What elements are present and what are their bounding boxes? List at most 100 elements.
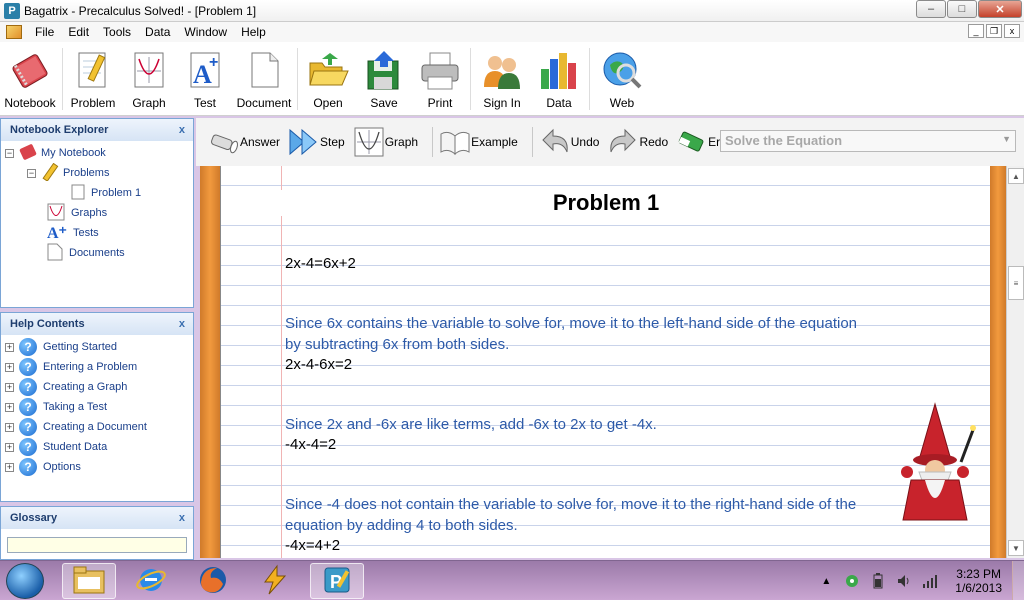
toolbar-document-button[interactable]: Document [233,42,295,110]
help-contents-header: Help Contents x [1,313,193,335]
help-icon: ? [19,338,37,356]
toolbar-problem-button[interactable]: Problem [65,42,121,110]
menu-window[interactable]: Window [177,25,234,39]
help-item-entering-a-problem[interactable]: +? Entering a Problem [5,357,193,377]
glossary-title: Glossary [10,512,58,524]
help-icon: ? [19,418,37,436]
taskbar-winamp-button[interactable] [248,563,302,599]
page-margin-line [281,166,282,558]
tree-item-my-notebook[interactable]: − My Notebook [1,143,193,163]
help-item-options[interactable]: +? Options [5,457,193,477]
example-button[interactable]: Example [439,126,518,158]
mdi-close-button[interactable]: x [1004,24,1020,38]
tree-item-tests[interactable]: A⁺ Tests [1,223,193,243]
undo-button[interactable]: Undo [539,126,599,158]
close-button[interactable]: ✕ [978,0,1022,18]
start-button[interactable] [6,563,44,599]
help-item-creating-a-graph[interactable]: +? Creating a Graph [5,377,193,397]
taskbar-explorer-button[interactable] [62,563,116,599]
menu-edit[interactable]: Edit [61,25,96,39]
tree-expand-toggle[interactable]: + [5,462,14,472]
toolbar-graph-button[interactable]: Graph [121,42,177,110]
solve-mode-select[interactable]: Solve the Equation ▼ [720,130,1016,152]
redo-button[interactable]: Redo [607,126,668,158]
glossary-close-button[interactable]: x [179,512,185,524]
mdi-minimize-button[interactable]: _ [968,24,984,38]
tree-item-problems[interactable]: − Problems [1,162,193,183]
graph-action-button[interactable]: Graph [353,126,418,158]
tree-expand-toggle[interactable]: + [5,362,14,372]
tree-item-label: Graphs [71,207,108,219]
explanation-line: Since -4 does not contain the variable t… [285,496,857,513]
notebook-explorer-header: Notebook Explorer x [1,119,193,141]
taskbar-bagatrix-button[interactable]: P [310,563,364,599]
toolbar-web-button[interactable]: Web [592,42,652,110]
document-menu-icon[interactable] [6,25,22,39]
glossary-search-input[interactable] [7,537,187,553]
toolbar-separator [62,48,63,110]
taskbar-firefox-button[interactable] [186,563,240,599]
toolbar-open-button[interactable]: Open [300,42,356,110]
toolbar-print-button[interactable]: Print [412,42,468,110]
tree-item-label: Problems [63,167,110,179]
scroll-up-button[interactable]: ▲ [1008,168,1024,184]
help-item-creating-a-document[interactable]: +? Creating a Document [5,417,193,437]
toolbar-save-button[interactable]: Save [356,42,412,110]
users-icon [480,48,524,94]
tree-expand-toggle[interactable]: + [5,442,14,452]
step-button[interactable]: Step [288,126,345,158]
toolbar-test-button[interactable]: A + Test [177,42,233,110]
scroll-thumb[interactable]: ≡ [1008,266,1024,300]
toolbar-separator [297,48,298,110]
tree-expand-toggle[interactable]: + [5,342,14,352]
toolbar-signin-button[interactable]: Sign In [473,42,531,110]
tree-collapse-toggle[interactable]: − [27,168,36,178]
scroll-down-button[interactable]: ▼ [1008,540,1024,556]
network-status-icon[interactable] [844,573,860,589]
tree-expand-toggle[interactable]: + [5,382,14,392]
menu-help[interactable]: Help [234,25,273,39]
help-contents-close-button[interactable]: x [179,318,185,330]
help-item-label: Entering a Problem [43,361,138,373]
show-hidden-icons-button[interactable]: ▲ [818,573,834,589]
taskbar-internet-explorer-button[interactable] [124,563,178,599]
test-icon: A + [183,48,227,94]
help-item-label: Taking a Test [43,401,108,413]
tree-item-documents[interactable]: Documents [1,243,193,263]
maximize-button[interactable]: □ [947,0,977,18]
wizard-mascot-icon[interactable] [889,400,983,531]
notebook-binding-right [990,166,1006,558]
redo-label: Redo [639,135,669,149]
tree-item-graphs[interactable]: Graphs [1,203,193,223]
tree-expand-toggle[interactable]: + [5,402,14,412]
bagatrix-icon: P [321,564,353,599]
menu-tools[interactable]: Tools [96,25,138,39]
help-icon: ? [19,378,37,396]
battery-icon[interactable] [870,573,886,589]
notebook-explorer-close-button[interactable]: x [179,124,185,136]
tree-collapse-toggle[interactable]: − [5,148,14,158]
toolbar-notebook-button[interactable]: Notebook [0,42,60,110]
menu-data[interactable]: Data [138,25,177,39]
speaker-icon[interactable] [896,573,912,589]
toolbar-data-button[interactable]: Data [531,42,587,110]
help-item-getting-started[interactable]: +? Getting Started [5,337,193,357]
signal-strength-icon[interactable] [922,573,938,589]
toolbar-graph-label: Graph [132,96,166,110]
action-toolbar: Answer Step Graph Example Undo Redo Eras… [196,118,1024,166]
glossary-header: Glossary x [1,507,193,529]
mdi-restore-button[interactable]: ❐ [986,24,1002,38]
tree-expand-toggle[interactable]: + [5,422,14,432]
show-desktop-button[interactable] [1012,561,1024,600]
tree-item-problem-1[interactable]: Problem 1 [1,183,193,203]
toolbar-document-label: Document [236,96,292,110]
help-item-taking-a-test[interactable]: +? Taking a Test [5,397,193,417]
answer-button[interactable]: Answer [208,126,280,158]
vertical-scrollbar[interactable]: ▲ ≡ ▼ [1006,166,1024,558]
help-item-student-data[interactable]: +? Student Data [5,437,193,457]
minimize-button[interactable]: – [916,0,946,18]
system-tray: ▲ 3:23 PM 1/6/2013 [813,561,1024,600]
clock[interactable]: 3:23 PM 1/6/2013 [955,567,1002,595]
step-label: Step [320,135,345,149]
menu-file[interactable]: File [28,25,61,39]
